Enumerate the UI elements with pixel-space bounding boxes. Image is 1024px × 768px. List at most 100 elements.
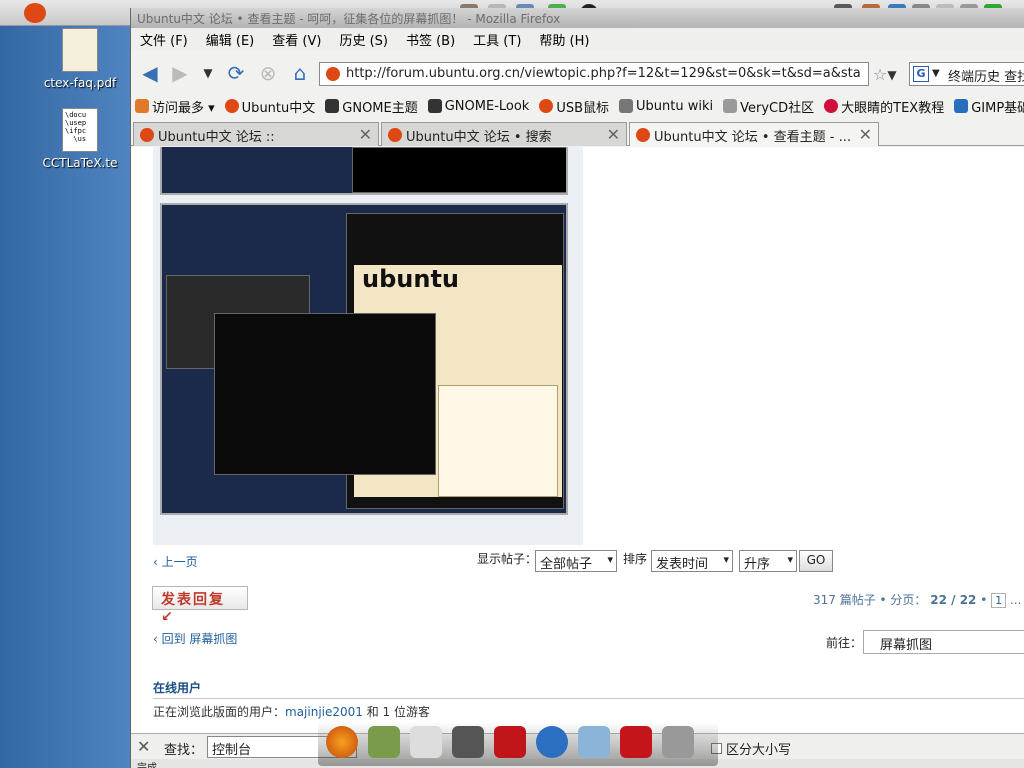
tab-view-topic[interactable]: Ubuntu中文 论坛 • 查看主题 - ... ✕ [629, 122, 879, 146]
close-tab-icon[interactable]: ✕ [859, 125, 872, 144]
firefox-icon[interactable] [326, 726, 358, 758]
bookmark-label: Ubuntu wiki [636, 98, 714, 114]
menu-history[interactable]: 历史 (S) [330, 28, 397, 50]
bookmark-item[interactable]: GNOME主题 [325, 97, 418, 116]
url-dropdown-icon[interactable]: ▼ [879, 62, 905, 88]
close-find-icon[interactable]: ✕ [137, 737, 150, 756]
home-icon[interactable]: ⌂ [287, 60, 313, 86]
bookmark-item[interactable]: GIMP基础 [954, 97, 1024, 116]
bookmark-item[interactable]: USB鼠标 [539, 97, 609, 116]
bookmarks-toolbar: 访问最多 ▾ Ubuntu中文 GNOME主题 GNOME-Look USB鼠标… [131, 94, 1024, 118]
tab-search[interactable]: Ubuntu中文 论坛 • 搜索 ✕ [381, 122, 627, 146]
url-text: http://forum.ubuntu.org.cn/viewtopic.php… [346, 66, 861, 81]
menu-edit[interactable]: 编辑 (E) [197, 28, 264, 50]
search-text: 终端历史 查找 [948, 70, 1024, 85]
menu-help[interactable]: 帮助 (H) [530, 28, 598, 50]
bookmark-label: VeryCD社区 [740, 100, 815, 116]
back-to-forum-link[interactable]: ‹ 回到 屏幕抓图 [153, 630, 237, 647]
bookmark-item[interactable]: 访问最多 ▾ [135, 97, 215, 116]
current-page: 22 / 22 [930, 593, 977, 607]
tab-label: Ubuntu中文 论坛 • 查看主题 - ... [654, 130, 851, 145]
history-dropdown-icon[interactable]: ▼ [195, 60, 221, 86]
match-case-label: 区分大小写 [726, 743, 792, 758]
online-users-heading: 在线用户 [153, 681, 202, 695]
tab-forum-index[interactable]: Ubuntu中文 论坛 :: ✕ [133, 122, 379, 146]
bookmark-icon [539, 99, 554, 113]
close-tab-icon[interactable]: ✕ [359, 125, 372, 144]
order-select[interactable]: 升序 [739, 550, 797, 572]
forward-arrow-icon[interactable]: ▶ [167, 60, 193, 86]
search-input[interactable]: G ▼ 终端历史 查找 [909, 62, 1024, 86]
jump-select[interactable]: 屏幕抓图 [863, 630, 1024, 654]
screenshot-image[interactable] [160, 147, 568, 195]
bookmark-icon [224, 99, 239, 113]
close-tab-icon[interactable]: ✕ [607, 125, 620, 144]
google-icon[interactable]: G [913, 66, 929, 82]
bookmark-item[interactable]: VeryCD社区 [723, 97, 814, 116]
pdf-file-icon [62, 28, 98, 72]
divider [153, 698, 1024, 699]
dock [318, 722, 718, 766]
ubuntu-menu-icon[interactable] [24, 3, 46, 23]
tab-label: Ubuntu中文 论坛 :: [158, 130, 275, 145]
terminal-icon[interactable] [452, 726, 484, 758]
post-reply-button[interactable]: 发表回复 ↙ [152, 586, 248, 625]
trash-icon[interactable] [662, 726, 694, 758]
tab-bar: Ubuntu中文 论坛 :: ✕ Ubuntu中文 论坛 • 搜索 ✕ Ubun… [131, 120, 1024, 146]
bookmark-item[interactable]: Ubuntu wiki [619, 99, 713, 114]
bookmark-label: Ubuntu中文 [241, 100, 316, 116]
bookmark-label: GNOME主题 [342, 100, 418, 116]
bookmark-icon [427, 99, 442, 113]
bookmark-label: USB鼠标 [556, 100, 610, 116]
online-user-link[interactable]: majinjie2001 [285, 705, 363, 719]
bookmark-item[interactable]: GNOME-Look [427, 98, 530, 114]
url-bar[interactable]: http://forum.ubuntu.org.cn/viewtopic.php… [319, 62, 869, 86]
show-posts-label: 显示帖子： [477, 552, 538, 566]
desktop-icon-tex[interactable]: \docu \usep \ifpc \us CCTLaTeX.te [20, 108, 140, 170]
bookmark-icon [723, 99, 738, 113]
bookmark-icon [619, 99, 634, 113]
stop-icon[interactable]: ⊗ [255, 60, 281, 86]
sort-label: 排序 [623, 552, 648, 566]
back-arrow-icon[interactable]: ◀ [137, 60, 163, 86]
bookmark-item[interactable]: Ubuntu中文 [224, 97, 316, 116]
desktop-icon-pdf[interactable]: ctex-faq.pdf [20, 28, 140, 90]
find-label: 查找： [164, 743, 204, 758]
online-prefix: 正在浏览此版面的用户： [153, 705, 286, 719]
page-link[interactable]: 1 [991, 593, 1007, 608]
window-title[interactable]: Ubuntu中文 论坛 • 查看主题 - 呵呵，征集各位的屏幕抓图！ - Moz… [131, 8, 1024, 28]
tab-label: Ubuntu中文 论坛 • 搜索 [406, 130, 552, 145]
online-users-text: 正在浏览此版面的用户：majinjie2001 和 1 位游客 [153, 703, 430, 720]
tex-file-icon: \docu \usep \ifpc \us [62, 108, 98, 152]
post-body: ubuntu [153, 147, 583, 545]
screenshot-logo: ubuntu [362, 265, 459, 293]
menu-file[interactable]: 文件 (F) [131, 28, 197, 50]
menu-view[interactable]: 查看 (V) [263, 28, 330, 50]
screenshot-image[interactable]: ubuntu [160, 203, 568, 515]
page-content: ubuntu ‹ 上一页 显示帖子： 全部帖子 排序 发表时间 升序 GO 发表… [131, 147, 1024, 733]
books-icon[interactable] [368, 726, 400, 758]
bookmark-item[interactable]: 大眼睛的TEX教程 [824, 97, 944, 116]
online-suffix: 和 1 位游客 [362, 705, 431, 719]
menu-bookmarks[interactable]: 书签 (B) [397, 28, 464, 50]
reload-icon[interactable]: ⟳ [223, 60, 249, 86]
show-posts-select[interactable]: 全部帖子 [535, 550, 617, 572]
kde-icon[interactable] [536, 726, 568, 758]
cube-icon[interactable] [578, 726, 610, 758]
editor-icon[interactable] [410, 726, 442, 758]
sort-select[interactable]: 发表时间 [651, 550, 733, 572]
go-button[interactable]: GO [799, 550, 833, 572]
tab-favicon-icon [140, 128, 154, 142]
bookmark-label: GNOME-Look [444, 98, 530, 114]
match-case-checkbox[interactable]: 区分大小写 [711, 739, 791, 758]
prev-page-link[interactable]: ‹ 上一页 [153, 553, 198, 570]
jump-label: 前往： [826, 636, 863, 650]
filezilla-icon[interactable] [620, 726, 652, 758]
pagination: 317 篇帖子 • 分页： 22 / 22 • 1 ... 18 [813, 593, 1022, 608]
menu-tools[interactable]: 工具 (T) [464, 28, 530, 50]
bookmark-icon [135, 99, 149, 113]
acrobat-icon[interactable] [494, 726, 526, 758]
engine-dropdown-icon[interactable]: ▼ [932, 68, 940, 79]
desktop-icon-label: CCTLaTeX.te [42, 156, 118, 170]
navigation-toolbar: ◀ ▶ ▼ ⟳ ⊗ ⌂ http://forum.ubuntu.org.cn/v… [131, 56, 1024, 90]
